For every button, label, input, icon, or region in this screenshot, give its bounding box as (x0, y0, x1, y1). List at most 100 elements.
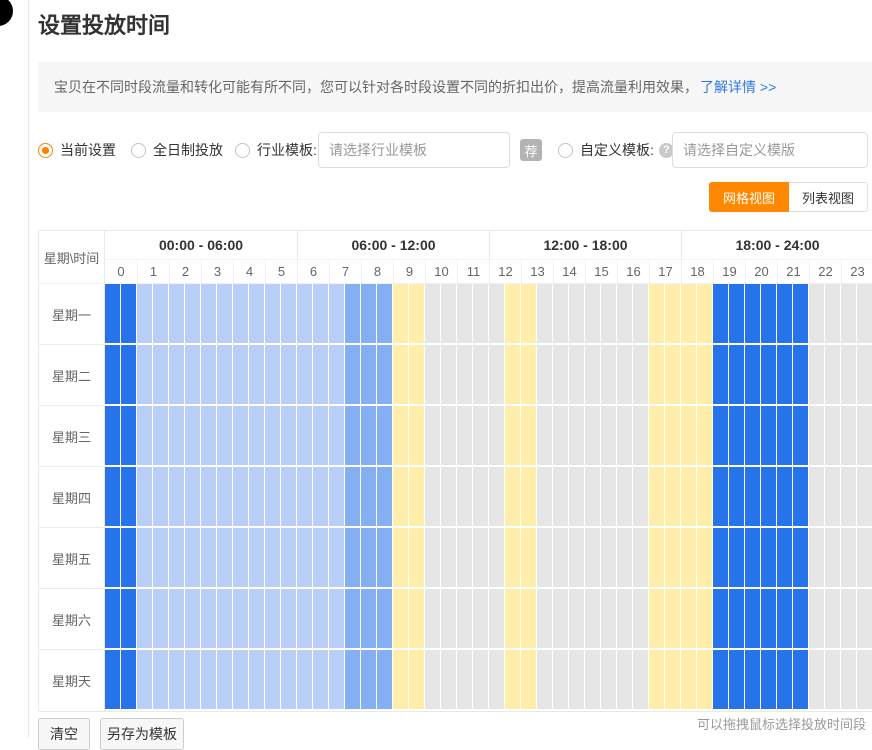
time-cell[interactable] (569, 589, 585, 650)
time-cell[interactable] (617, 589, 633, 650)
time-cell[interactable] (841, 345, 857, 406)
time-cell[interactable] (793, 650, 809, 711)
time-cell[interactable] (601, 284, 617, 345)
time-cell[interactable] (601, 467, 617, 528)
time-cell[interactable] (537, 284, 553, 345)
time-cell[interactable] (809, 650, 825, 711)
time-cell[interactable] (457, 284, 473, 345)
time-cell[interactable] (649, 650, 665, 711)
time-cell[interactable] (137, 406, 153, 467)
time-cell[interactable] (729, 284, 745, 345)
time-cell[interactable] (137, 467, 153, 528)
time-cell[interactable] (505, 528, 521, 589)
time-cell[interactable] (217, 406, 233, 467)
time-cell[interactable] (249, 406, 265, 467)
time-cell[interactable] (809, 284, 825, 345)
time-cell[interactable] (297, 284, 313, 345)
list-view-button[interactable]: 列表视图 (789, 182, 868, 212)
time-cell[interactable] (217, 467, 233, 528)
time-cell[interactable] (761, 589, 777, 650)
time-cell[interactable] (713, 589, 729, 650)
time-cell[interactable] (425, 345, 441, 406)
time-cell[interactable] (137, 345, 153, 406)
time-cell[interactable] (713, 467, 729, 528)
time-cell[interactable] (329, 284, 345, 345)
time-cell[interactable] (121, 406, 137, 467)
time-cell[interactable] (297, 650, 313, 711)
time-cell[interactable] (105, 650, 121, 711)
clear-button[interactable]: 清空 (38, 718, 90, 750)
time-cell[interactable] (425, 589, 441, 650)
time-cell[interactable] (777, 406, 793, 467)
time-cell[interactable] (233, 589, 249, 650)
time-cell[interactable] (777, 528, 793, 589)
time-cell[interactable] (521, 467, 537, 528)
time-cell[interactable] (441, 345, 457, 406)
time-cell[interactable] (665, 406, 681, 467)
time-cell[interactable] (713, 528, 729, 589)
grid-view-button[interactable]: 网格视图 (709, 182, 789, 212)
time-cell[interactable] (409, 284, 425, 345)
time-cell[interactable] (649, 589, 665, 650)
time-cell[interactable] (137, 528, 153, 589)
time-cell[interactable] (537, 650, 553, 711)
time-cell[interactable] (345, 650, 361, 711)
industry-template-select[interactable]: 请选择行业模板 (318, 132, 510, 168)
time-cell[interactable] (745, 284, 761, 345)
time-cell[interactable] (473, 345, 489, 406)
time-cell[interactable] (393, 284, 409, 345)
time-cell[interactable] (441, 284, 457, 345)
time-cell[interactable] (281, 467, 297, 528)
time-cell[interactable] (777, 345, 793, 406)
time-cell[interactable] (857, 467, 872, 528)
time-cell[interactable] (809, 345, 825, 406)
time-cell[interactable] (681, 467, 697, 528)
time-cell[interactable] (729, 406, 745, 467)
time-cell[interactable] (281, 284, 297, 345)
time-cell[interactable] (553, 284, 569, 345)
time-cell[interactable] (633, 589, 649, 650)
time-cell[interactable] (841, 406, 857, 467)
time-cell[interactable] (841, 284, 857, 345)
time-cell[interactable] (377, 528, 393, 589)
time-cell[interactable] (457, 650, 473, 711)
time-cell[interactable] (505, 650, 521, 711)
time-cell[interactable] (841, 528, 857, 589)
time-cell[interactable] (249, 528, 265, 589)
time-cell[interactable] (553, 467, 569, 528)
time-cell[interactable] (713, 284, 729, 345)
time-cell[interactable] (329, 467, 345, 528)
time-cell[interactable] (761, 528, 777, 589)
time-cell[interactable] (153, 345, 169, 406)
time-cell[interactable] (297, 589, 313, 650)
time-cell[interactable] (537, 467, 553, 528)
time-cell[interactable] (681, 589, 697, 650)
time-cell[interactable] (521, 589, 537, 650)
time-cell[interactable] (761, 406, 777, 467)
time-cell[interactable] (169, 528, 185, 589)
time-cell[interactable] (777, 650, 793, 711)
time-cell[interactable] (473, 589, 489, 650)
time-cell[interactable] (105, 589, 121, 650)
time-cell[interactable] (345, 589, 361, 650)
time-cell[interactable] (345, 284, 361, 345)
time-cell[interactable] (169, 467, 185, 528)
time-cell[interactable] (665, 284, 681, 345)
time-cell[interactable] (473, 650, 489, 711)
time-cell[interactable] (665, 467, 681, 528)
time-cell[interactable] (761, 467, 777, 528)
time-cell[interactable] (521, 650, 537, 711)
time-cell[interactable] (201, 589, 217, 650)
time-cell[interactable] (489, 284, 505, 345)
time-cell[interactable] (361, 589, 377, 650)
time-cell[interactable] (217, 528, 233, 589)
time-cell[interactable] (553, 589, 569, 650)
time-cell[interactable] (153, 467, 169, 528)
time-cell[interactable] (265, 406, 281, 467)
time-cell[interactable] (537, 406, 553, 467)
time-cell[interactable] (281, 345, 297, 406)
time-cell[interactable] (793, 345, 809, 406)
time-cell[interactable] (569, 406, 585, 467)
time-cell[interactable] (457, 589, 473, 650)
time-cell[interactable] (489, 528, 505, 589)
